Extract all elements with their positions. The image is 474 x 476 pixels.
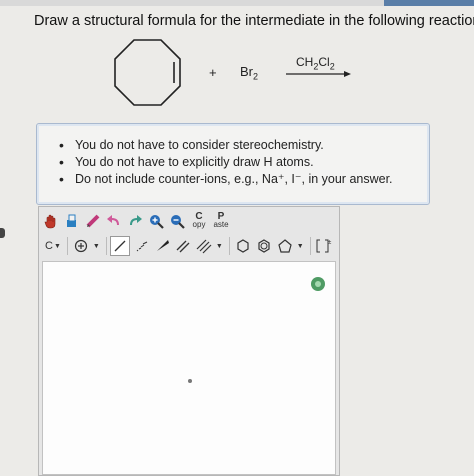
undo-icon[interactable]	[104, 211, 124, 231]
bromine-reactant: Br2	[240, 64, 259, 82]
plus-charge-icon[interactable]	[71, 236, 91, 256]
toolbar-separator	[66, 237, 68, 255]
toolbar-separator	[228, 237, 230, 255]
paste-button[interactable]: Paste	[210, 212, 232, 229]
help-icon[interactable]	[311, 277, 325, 291]
svg-text:±: ±	[328, 240, 332, 246]
copy-button[interactable]: Copy	[188, 212, 210, 229]
hand-icon[interactable]	[41, 211, 61, 231]
bracket-icon[interactable]: ±	[314, 236, 334, 256]
cyclooctene-structure	[114, 39, 181, 106]
canvas-center-dot	[188, 379, 192, 383]
chevron-down-icon[interactable]: ▼	[216, 243, 223, 250]
benzene-icon[interactable]	[254, 236, 274, 256]
chevron-down-icon[interactable]: ▼	[93, 243, 100, 250]
toolbar-row-bottom: C ▼ ▼ ▼ ▼ ±	[41, 235, 335, 257]
chevron-down-icon[interactable]: ▼	[54, 243, 61, 250]
cyclopentane-icon[interactable]	[275, 236, 295, 256]
plus-sign: +	[209, 65, 217, 80]
solvent-label: CH2Cl2	[296, 55, 335, 72]
toolbar-row-top: Copy Paste	[41, 210, 232, 232]
zoom-out-icon[interactable]	[167, 211, 187, 231]
redo-icon[interactable]	[125, 211, 145, 231]
wedge-icon[interactable]	[152, 236, 172, 256]
zoom-in-icon[interactable]	[146, 211, 166, 231]
instructions-box: You do not have to consider stereochemis…	[36, 123, 430, 205]
pencil-icon[interactable]	[83, 211, 103, 231]
cyclohexane-icon[interactable]	[233, 236, 253, 256]
hash-bond-icon[interactable]	[131, 236, 151, 256]
drawing-canvas[interactable]	[42, 261, 336, 475]
eraser-icon[interactable]	[62, 211, 82, 231]
single-bond-icon[interactable]	[109, 236, 130, 256]
toolbar-separator	[309, 237, 311, 255]
instruction-item: You do not have to consider stereochemis…	[59, 137, 393, 154]
instruction-item: Do not include counter-ions, e.g., Na⁺, …	[59, 171, 393, 188]
structure-editor: Copy Paste C ▼ ▼ ▼ ▼ ±	[38, 206, 340, 476]
chevron-down-icon[interactable]: ▼	[297, 243, 304, 250]
toolbar-separator	[105, 237, 107, 255]
instruction-item: You do not have to explicitly draw H ato…	[59, 154, 393, 171]
reaction-arrow	[286, 71, 351, 77]
double-bond-icon[interactable]	[173, 236, 193, 256]
side-handle[interactable]	[0, 228, 5, 238]
carbon-atom-button[interactable]: C	[45, 240, 53, 252]
reaction-scheme: + Br2 CH2Cl2	[0, 0, 474, 120]
triple-bond-icon[interactable]	[194, 236, 214, 256]
